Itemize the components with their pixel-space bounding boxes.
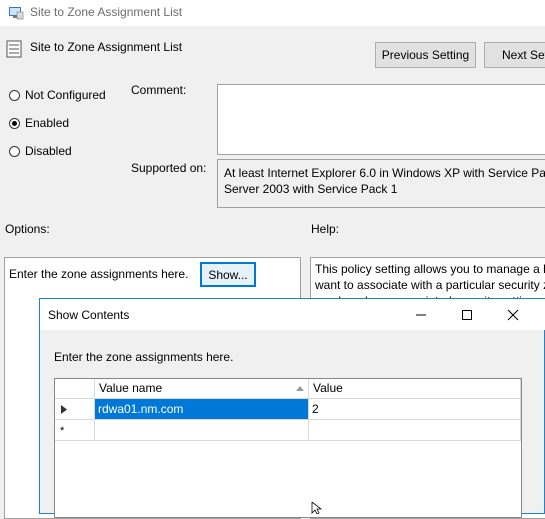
help-label: Help:	[311, 222, 340, 236]
policy-title: Site to Zone Assignment List	[30, 40, 183, 54]
column-header-label: Value name	[99, 381, 163, 395]
mouse-cursor-icon	[311, 502, 323, 514]
radio-circle	[9, 145, 20, 157]
close-icon	[507, 309, 519, 320]
previous-setting-button[interactable]: Previous Setting	[375, 42, 476, 68]
show-contents-dialog: Show Contents Enter the zone assignments…	[39, 298, 545, 518]
next-setting-button[interactable]: Next Set	[484, 42, 545, 68]
options-label: Options:	[5, 222, 50, 236]
dialog-hint: Enter the zone assignments here.	[54, 350, 234, 364]
show-button[interactable]: Show...	[200, 262, 256, 287]
radio-label: Disabled	[25, 144, 72, 158]
help-line: This policy setting allows you to manage…	[315, 262, 545, 276]
dialog-title: Show Contents	[48, 308, 130, 322]
current-row-arrow-icon	[61, 405, 67, 414]
policy-app-icon	[9, 7, 24, 20]
column-header-value-name[interactable]: Value name	[95, 379, 309, 399]
table-cell-new-value[interactable]	[309, 420, 521, 441]
window-title: Site to Zone Assignment List	[30, 5, 183, 19]
table-cell-value-name[interactable]: rdwa01.nm.com	[95, 399, 309, 420]
help-line: want to associate with a particular secu…	[315, 278, 545, 292]
row-header-current[interactable]	[55, 399, 95, 420]
radio-circle	[9, 89, 20, 101]
column-header-value[interactable]: Value	[309, 379, 521, 399]
minimize-icon	[416, 314, 426, 315]
radio-not-configured[interactable]: Not Configured	[9, 88, 106, 102]
column-header-label: Value	[313, 381, 343, 395]
radio-enabled[interactable]: Enabled	[9, 116, 69, 130]
table-cell-value[interactable]: 2	[309, 399, 521, 420]
supported-line-2: Server 2003 with Service Pack 1	[224, 182, 398, 196]
maximize-icon	[462, 309, 472, 320]
policy-setting-icon	[6, 40, 22, 58]
new-row-asterisk-icon: *	[60, 425, 65, 437]
radio-circle-selected	[9, 117, 20, 129]
comment-textarea[interactable]	[217, 84, 545, 155]
row-header-new[interactable]: *	[55, 420, 95, 441]
supported-on-label: Supported on:	[131, 161, 207, 175]
maximize-button[interactable]	[444, 299, 490, 330]
dialog-title-bar: Show Contents	[40, 299, 545, 330]
radio-label: Not Configured	[25, 88, 106, 102]
row-header-corner	[55, 379, 95, 399]
radio-label: Enabled	[25, 116, 70, 130]
table-cell-new-name[interactable]	[95, 420, 309, 441]
comment-label: Comment:	[131, 83, 187, 97]
supported-line-1: At least Internet Explorer 6.0 in Window…	[224, 166, 545, 180]
options-hint: Enter the zone assignments here.	[9, 267, 189, 281]
minimize-button[interactable]	[398, 299, 444, 330]
values-grid: Value name Value rdwa01.nm.com 2 *	[54, 378, 522, 518]
window-title-bar: Site to Zone Assignment List	[0, 0, 545, 26]
close-button[interactable]	[490, 299, 536, 330]
sort-ascending-icon	[296, 386, 304, 391]
radio-disabled[interactable]: Disabled	[9, 144, 72, 158]
supported-on-field: At least Internet Explorer 6.0 in Window…	[217, 159, 545, 208]
